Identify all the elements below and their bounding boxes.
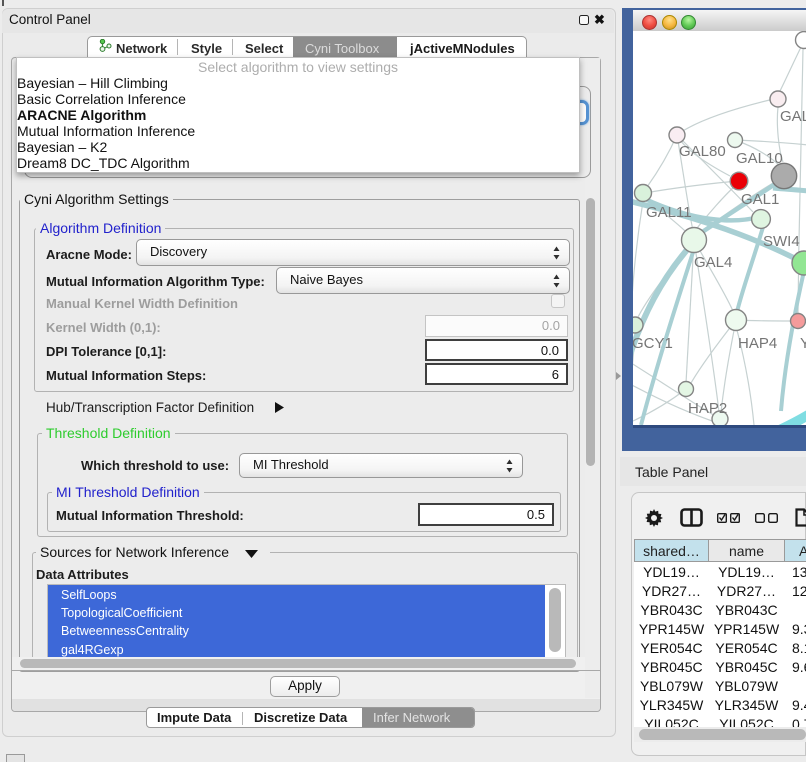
svg-text:SWI4: SWI4 xyxy=(763,233,800,250)
svg-text:GAL4: GAL4 xyxy=(694,254,732,271)
svg-text:GAL11: GAL11 xyxy=(646,204,692,221)
svg-text:Y: Y xyxy=(800,335,806,352)
svg-text:HAP4: HAP4 xyxy=(738,335,777,352)
svg-text:GAL1: GAL1 xyxy=(741,191,779,208)
svg-text:GCY1: GCY1 xyxy=(633,335,673,352)
svg-text:GAL80: GAL80 xyxy=(679,143,726,160)
svg-text:HAP2: HAP2 xyxy=(688,400,727,417)
svg-text:GAL: GAL xyxy=(780,108,806,125)
svg-text:GAL10: GAL10 xyxy=(736,150,783,167)
